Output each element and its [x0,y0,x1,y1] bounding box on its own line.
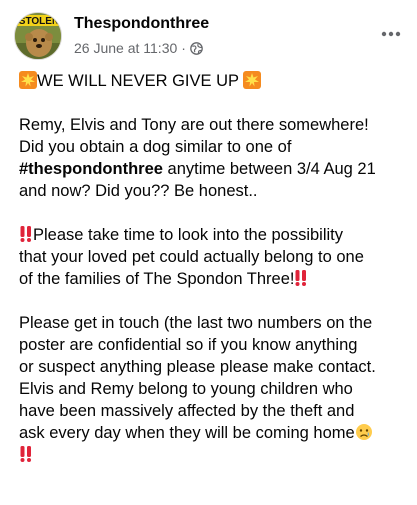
hashtag-link[interactable]: #thespondonthree [19,160,163,178]
avatar-image: STOLEN [15,13,61,59]
burst-emoji-icon [243,71,262,89]
text-line: ask every day when they will be coming h… [19,422,414,444]
text-line: and now? Did you?? Be honest.. [19,182,258,200]
author-name[interactable]: Thespondonthree [74,15,209,33]
post-timestamp[interactable]: 26 June at 11:30 [74,40,177,56]
text-line: that your loved pet could actually belon… [19,248,364,266]
text-line: of the families of The Spondon Three! [19,268,414,290]
post-header: STOLEN Thespondonthree 26 June at 11:30 … [0,0,417,70]
post-meta: 26 June at 11:30 · [74,40,203,56]
text-line: Please get in touch (the last two number… [19,314,373,332]
text-line: Remy, Elvis and Tony are out there somew… [19,116,369,134]
post-heading-line: WE WILL NEVER GIVE UP [19,70,414,92]
more-options-button[interactable] [377,20,405,48]
post-paragraph-1: Remy, Elvis and Tony are out there somew… [19,114,414,202]
text-line: have been massively affected by the thef… [19,402,355,420]
text-line: Please take time to look into the possib… [19,224,414,246]
text-fragment: of the families of The Spondon Three! [19,270,295,288]
text-line: #thespondonthree anytime between 3/4 Aug… [19,158,414,180]
burst-emoji-icon [19,71,37,89]
text-fragment: ask every day when they will be coming h… [19,424,355,442]
post-heading-text: WE WILL NEVER GIVE UP [37,72,239,90]
text-fragment: Please take time to look into the possib… [33,226,343,244]
post-paragraph-3: Please get in touch (the last two number… [19,312,414,466]
text-line: Did you obtain a dog similar to one of [19,138,292,156]
text-fragment: anytime between 3/4 Aug 21 [162,160,376,178]
double-exclamation-icon [294,269,308,287]
more-horizontal-icon [381,31,401,37]
avatar[interactable]: STOLEN [14,12,62,60]
meta-separator: · [181,40,186,56]
globe-icon[interactable] [190,41,203,55]
text-line: or suspect anything please please make c… [19,358,376,376]
text-line [19,444,414,466]
text-line: Elvis and Remy belong to young children … [19,380,353,398]
post-paragraph-2: Please take time to look into the possib… [19,224,414,290]
crying-face-emoji-icon [355,423,373,441]
double-exclamation-icon [19,445,33,463]
text-line: poster are confidential so if you know a… [19,336,358,354]
avatar-badge-text: STOLEN [19,16,59,27]
double-exclamation-icon [19,225,33,243]
post-body: WE WILL NEVER GIVE UP Remy, Elvis and To… [19,70,414,488]
post-heading-paragraph: WE WILL NEVER GIVE UP [19,70,414,92]
